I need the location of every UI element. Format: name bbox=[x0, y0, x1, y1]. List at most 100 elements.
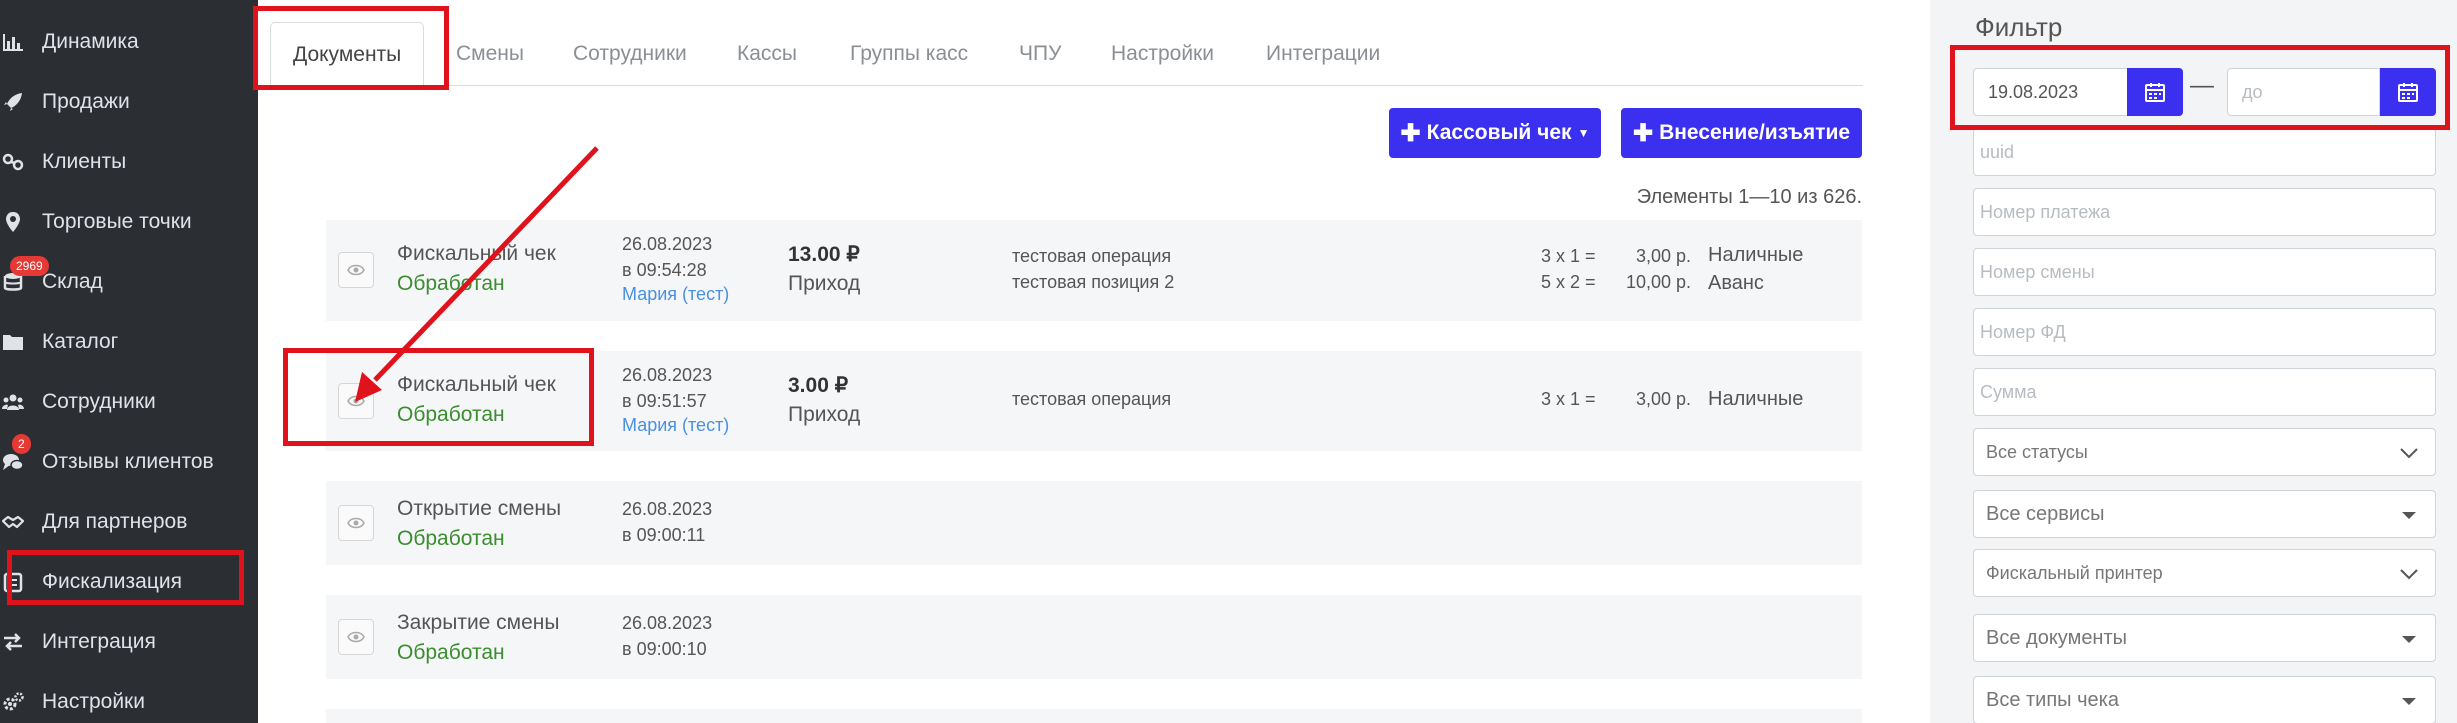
bar-chart-icon bbox=[0, 29, 26, 55]
position-sum: 3,00 р. bbox=[1635, 389, 1691, 409]
status-select[interactable]: Все статусы bbox=[1973, 428, 2436, 476]
document-status: Обработан bbox=[397, 272, 505, 295]
document-time: в 09:00:10 bbox=[622, 639, 707, 659]
tab-settings[interactable]: Настройки bbox=[1111, 22, 1214, 86]
add-receipt-button[interactable]: ✚ Кассовый чек ▼ bbox=[1389, 108, 1601, 158]
position-name: тестовая операция bbox=[1012, 246, 1172, 266]
cogs-icon bbox=[0, 689, 26, 715]
sidebar-item-label: Клиенты bbox=[42, 150, 127, 173]
reviews-badge: 2 bbox=[12, 434, 31, 454]
document-kind: Приход bbox=[788, 272, 861, 295]
tab-register-groups[interactable]: Группы касс bbox=[850, 22, 968, 86]
caret-down-icon bbox=[2402, 636, 2416, 643]
document-row[interactable]: Закрытие смены Обработан 26.08.2023 в 09… bbox=[326, 595, 1862, 679]
tab-cpu[interactable]: ЧПУ bbox=[1019, 22, 1061, 86]
sidebar-item-settings[interactable]: Настройки bbox=[0, 672, 258, 723]
caret-down-icon: ▼ bbox=[1577, 126, 1590, 140]
view-eye-icon[interactable] bbox=[338, 505, 374, 541]
map-marker-icon bbox=[0, 209, 26, 235]
sidebar-item-label: Склад bbox=[42, 270, 103, 293]
documents-select[interactable]: Все документы bbox=[1973, 614, 2436, 662]
position-sum: 3,00 р. bbox=[1635, 246, 1691, 266]
printer-select[interactable]: Фискальный принтер bbox=[1973, 549, 2436, 597]
chevron-down-icon bbox=[2400, 569, 2418, 580]
document-type: Открытие смены bbox=[397, 497, 562, 520]
sidebar-item-integration[interactable]: Интеграция bbox=[0, 612, 258, 672]
sidebar-item-clients[interactable]: Клиенты bbox=[0, 132, 258, 192]
fd-number-input[interactable]: Номер ФД bbox=[1973, 308, 2436, 356]
receipt-type-select[interactable]: Все типы чека bbox=[1973, 676, 2436, 723]
add-cash-operation-label: Внесение/изъятие bbox=[1659, 121, 1851, 144]
add-receipt-label: Кассовый чек bbox=[1426, 121, 1572, 144]
exchange-icon bbox=[0, 629, 26, 655]
tab-shifts[interactable]: Смены bbox=[456, 22, 524, 86]
document-type: Фискальный чек bbox=[397, 242, 556, 265]
payment-type: Аванс bbox=[1708, 272, 1764, 294]
sidebar-item-dynamics[interactable]: Динамика bbox=[0, 12, 258, 72]
filter-title: Фильтр bbox=[1975, 12, 2063, 42]
sidebar-item-catalog[interactable]: Каталог bbox=[0, 312, 258, 372]
sidebar-item-label: Отзывы клиентов bbox=[42, 450, 214, 473]
document-status: Обработан bbox=[397, 641, 505, 664]
document-row[interactable]: Фискальный чек Обработан 26.08.2023 в 09… bbox=[326, 220, 1862, 321]
view-eye-icon[interactable] bbox=[338, 252, 374, 288]
tab-integrations[interactable]: Интеграции bbox=[1266, 22, 1380, 86]
sidebar-item-label: Торговые точки bbox=[42, 210, 192, 233]
sidebar-item-partners[interactable]: Для партнеров bbox=[0, 492, 258, 552]
printer-select-value: Фискальный принтер bbox=[1986, 562, 2163, 583]
document-time: в 09:54:28 bbox=[622, 260, 707, 280]
sidebar: Динамика Продажи Клиенты Торговые точки … bbox=[0, 0, 258, 723]
document-date: 26.08.2023 bbox=[622, 365, 713, 385]
service-select[interactable]: Все сервисы bbox=[1973, 490, 2436, 538]
sidebar-item-label: Настройки bbox=[42, 690, 145, 713]
payment-number-input[interactable]: Номер платежа bbox=[1973, 188, 2436, 236]
document-user-link[interactable]: Мария (тест) bbox=[622, 284, 729, 305]
document-user-link[interactable]: Мария (тест) bbox=[622, 415, 729, 436]
sum-input[interactable]: Сумма bbox=[1973, 368, 2436, 416]
position-sum: 10,00 р. bbox=[1625, 272, 1691, 292]
tab-employees[interactable]: Сотрудники bbox=[573, 22, 687, 86]
rocket-icon bbox=[0, 89, 26, 115]
shift-number-input[interactable]: Номер смены bbox=[1973, 248, 2436, 296]
document-amount: 3.00 ₽ bbox=[788, 374, 849, 397]
sidebar-item-warehouse[interactable]: 2969 Склад bbox=[0, 252, 258, 312]
tab-cash-registers[interactable]: Кассы bbox=[737, 22, 797, 86]
sidebar-item-employees[interactable]: Сотрудники bbox=[0, 372, 258, 432]
add-cash-operation-button[interactable]: ✚ Внесение/изъятие bbox=[1621, 108, 1862, 158]
sidebar-item-label: Динамика bbox=[42, 30, 139, 53]
document-row[interactable] bbox=[326, 709, 1862, 723]
tab-bar: Документы Смены Сотрудники Кассы Группы … bbox=[258, 22, 1863, 87]
highlight-receipt-row bbox=[283, 348, 594, 446]
plus-icon: ✚ bbox=[1632, 119, 1654, 147]
caret-down-icon bbox=[2402, 512, 2416, 519]
chevron-down-icon bbox=[2400, 448, 2418, 459]
receipt-type-select-value: Все типы чека bbox=[1986, 688, 2119, 711]
sidebar-item-label: Каталог bbox=[42, 330, 119, 353]
document-row[interactable]: Открытие смены Обработан 26.08.2023 в 09… bbox=[326, 481, 1862, 565]
sidebar-item-reviews[interactable]: 2 Отзывы клиентов bbox=[0, 432, 258, 492]
sidebar-item-label: Интеграция bbox=[42, 630, 156, 653]
sidebar-item-label: Продажи bbox=[42, 90, 130, 113]
service-select-value: Все сервисы bbox=[1986, 502, 2105, 525]
highlight-fiscalization-item bbox=[7, 550, 244, 605]
document-date: 26.08.2023 bbox=[622, 613, 713, 633]
caret-down-icon bbox=[2402, 698, 2416, 705]
group-icon bbox=[0, 389, 26, 415]
view-eye-icon[interactable] bbox=[338, 619, 374, 655]
sidebar-item-label: Сотрудники bbox=[42, 390, 156, 413]
sidebar-item-stores[interactable]: Торговые точки bbox=[0, 192, 258, 252]
status-select-value: Все статусы bbox=[1986, 441, 2088, 462]
document-date: 26.08.2023 bbox=[622, 499, 713, 519]
documents-select-value: Все документы bbox=[1986, 626, 2128, 649]
items-counter: Элементы 1—10 из 626. bbox=[1636, 186, 1862, 208]
sidebar-item-label: Для партнеров bbox=[42, 510, 188, 533]
payment-type: Наличные bbox=[1708, 244, 1804, 266]
highlight-documents-tab bbox=[253, 6, 449, 90]
handshake-icon bbox=[0, 509, 26, 535]
document-time: в 09:00:11 bbox=[622, 525, 706, 545]
uuid-input[interactable]: uuid bbox=[1973, 128, 2436, 176]
document-amount: 13.00 ₽ bbox=[788, 243, 860, 266]
users-link-icon bbox=[0, 149, 26, 175]
sidebar-item-sales[interactable]: Продажи bbox=[0, 72, 258, 132]
plus-icon: ✚ bbox=[1400, 119, 1421, 147]
